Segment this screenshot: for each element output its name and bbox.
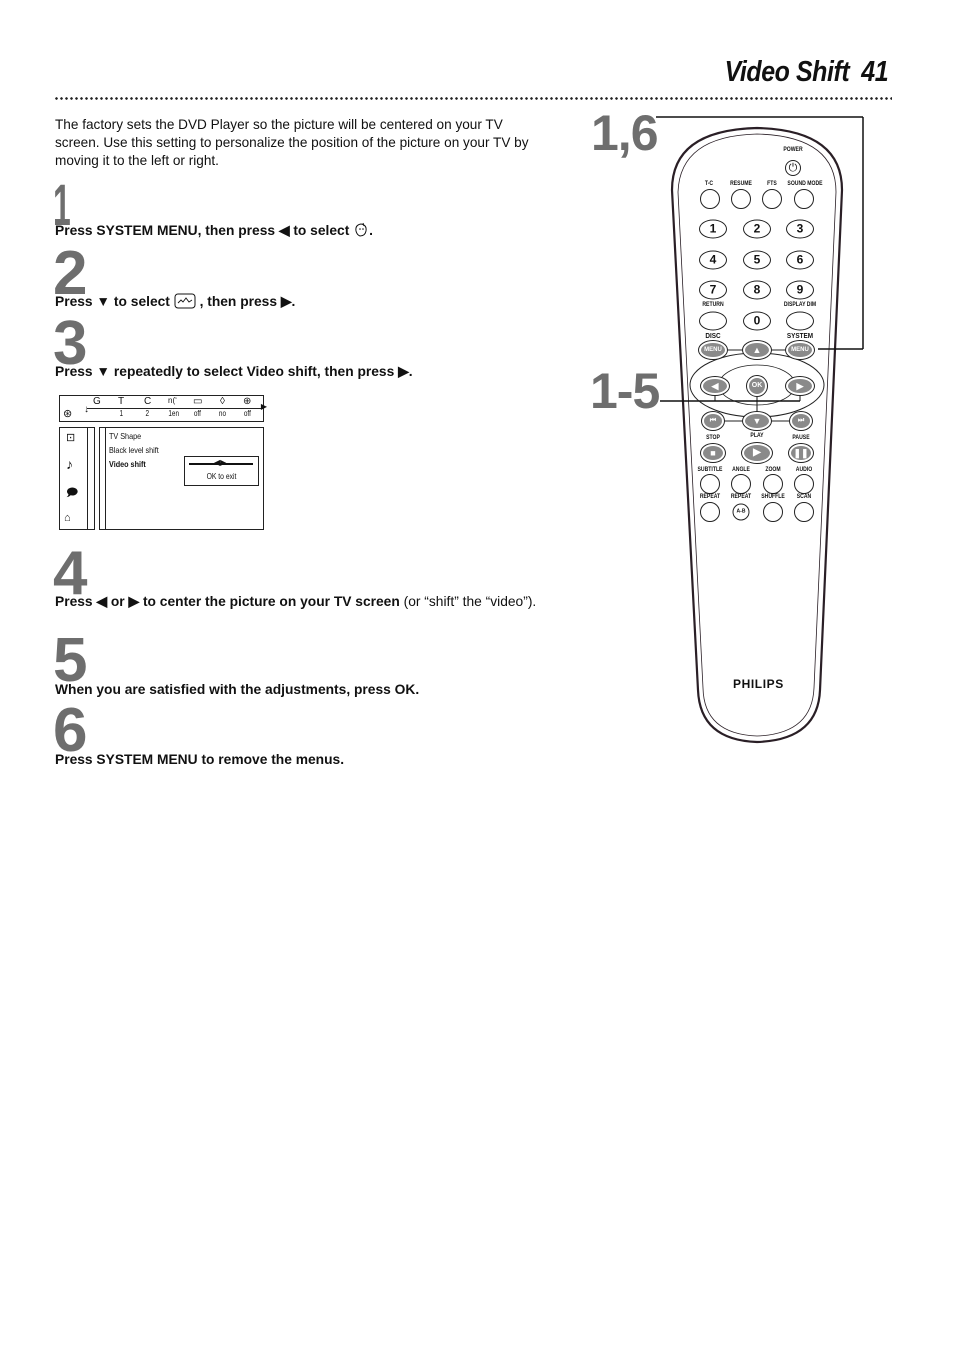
ok-text: OK	[749, 378, 765, 394]
power-label: POWER	[783, 147, 803, 153]
subtitle-button[interactable]	[700, 474, 720, 494]
left-button[interactable]: ◀	[700, 376, 730, 396]
digit-8-button[interactable]: 8	[743, 280, 771, 300]
ok-button[interactable]: OK	[746, 375, 768, 397]
pause-icon: ❚❚	[791, 446, 811, 460]
sound-mode-label: SOUND MODE	[787, 181, 823, 187]
menu-text: MENU	[701, 343, 725, 357]
digit-3-button[interactable]: 3	[786, 219, 814, 239]
display-dim-label: DISPLAY DIM	[783, 302, 817, 308]
shuffle-button[interactable]	[763, 502, 783, 522]
down-arrow-icon: ▼	[745, 414, 769, 428]
tc-label: T-C	[704, 181, 714, 187]
return-label: RETURN	[702, 302, 724, 308]
system-label: SYSTEM	[786, 331, 814, 340]
down-button[interactable]: ▼	[742, 411, 772, 431]
resume-button[interactable]	[731, 189, 751, 209]
stop-label: STOP	[706, 435, 720, 441]
tc-button[interactable]	[700, 189, 720, 209]
subtitle-label: SUBTITLE	[697, 467, 723, 473]
audio-button[interactable]	[794, 474, 814, 494]
play-label: PLAY	[750, 433, 764, 439]
up-arrow-icon: ▲	[745, 343, 769, 357]
resume-label: RESUME	[730, 181, 752, 187]
digit-9-button[interactable]: 9	[786, 280, 814, 300]
repeat-ab-label: REPEAT	[730, 494, 752, 500]
repeat-button[interactable]	[700, 502, 720, 522]
next-button[interactable]: ⏭	[789, 411, 813, 431]
right-button[interactable]: ▶	[785, 376, 815, 396]
scan-label: SCAN	[796, 494, 812, 500]
stop-button[interactable]: ■	[700, 443, 726, 463]
audio-label: AUDIO	[795, 467, 813, 473]
digit-1-button[interactable]: 1	[699, 219, 727, 239]
scan-button[interactable]	[794, 502, 814, 522]
play-icon: ▶	[744, 445, 770, 461]
shuffle-label: SHUFFLE	[761, 494, 785, 500]
display-dim-button[interactable]	[786, 311, 814, 331]
repeat-ab-button[interactable]: A-B	[732, 503, 750, 521]
system-menu-button[interactable]: MENU	[785, 340, 815, 360]
previous-button[interactable]: ⏮	[701, 411, 725, 431]
fts-label: FTS	[767, 181, 777, 187]
digit-6-button[interactable]: 6	[786, 250, 814, 270]
digit-7-button[interactable]: 7	[699, 280, 727, 300]
left-arrow-icon: ◀	[703, 379, 727, 393]
play-button[interactable]: ▶	[741, 442, 773, 464]
menu-text: MENU	[788, 343, 812, 357]
fts-button[interactable]	[762, 189, 782, 209]
disc-label: DISC	[705, 331, 721, 340]
return-button[interactable]	[699, 311, 727, 331]
repeat-label: REPEAT	[699, 494, 721, 500]
power-icon: ⏻	[788, 161, 798, 174]
angle-button[interactable]	[731, 474, 751, 494]
digit-5-button[interactable]: 5	[743, 250, 771, 270]
digit-4-button[interactable]: 4	[699, 250, 727, 270]
zoom-button[interactable]	[763, 474, 783, 494]
previous-icon: ⏮	[704, 414, 722, 428]
stop-icon: ■	[703, 446, 723, 460]
angle-label: ANGLE	[732, 467, 750, 473]
remote-control-outline	[656, 116, 864, 744]
next-icon: ⏭	[792, 414, 810, 428]
power-button[interactable]: ⏻	[785, 160, 801, 176]
digit-0-button[interactable]: 0	[743, 311, 771, 331]
sound-mode-button[interactable]	[794, 189, 814, 209]
pause-button[interactable]: ❚❚	[788, 443, 814, 463]
disc-menu-button[interactable]: MENU	[698, 340, 728, 360]
pause-label: PAUSE	[792, 435, 810, 441]
digit-2-button[interactable]: 2	[743, 219, 771, 239]
up-button[interactable]: ▲	[742, 340, 772, 360]
zoom-label: ZOOM	[765, 467, 781, 473]
brand-logo: PHILIPS	[733, 677, 784, 691]
right-arrow-icon: ▶	[788, 379, 812, 393]
